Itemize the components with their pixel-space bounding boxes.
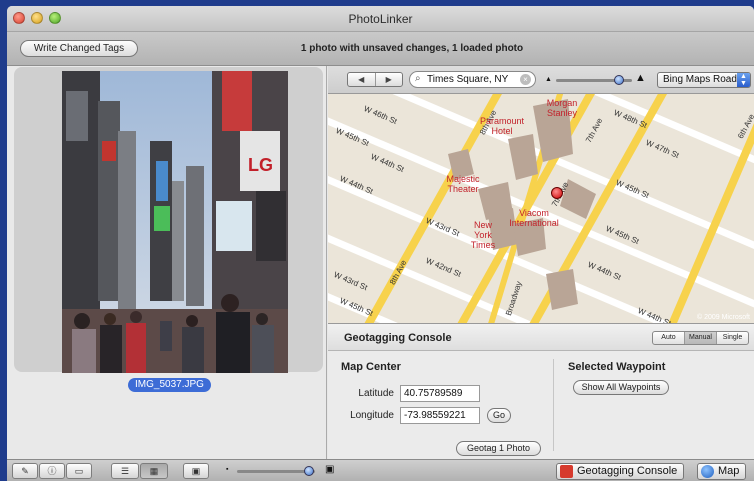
console-divider — [553, 359, 554, 451]
mode-single[interactable]: Single — [716, 332, 748, 344]
map-type-value: Bing Maps Road — [663, 74, 737, 85]
poi-label: Paramount Hotel — [479, 116, 525, 136]
go-button[interactable]: Go — [487, 408, 511, 423]
longitude-label: Longitude — [350, 410, 394, 421]
group-view-button[interactable]: ▣ — [183, 463, 209, 479]
magnifier-icon: ⌕ — [415, 73, 421, 84]
geotagging-console-header: Geotagging Console Auto Manual Single — [328, 323, 754, 351]
forward-button[interactable]: ▶ — [374, 73, 403, 86]
map-view[interactable]: W 46th St W 45th St W 44th St W 44th St … — [328, 94, 754, 323]
geotag-mode-control: Auto Manual Single — [652, 331, 749, 345]
status-text: 1 photo with unsaved changes, 1 loaded p… — [300, 43, 524, 54]
map-zoom-slider-knob[interactable] — [614, 75, 625, 85]
map-zoom-slider[interactable] — [556, 75, 632, 85]
console-title: Geotagging Console — [344, 332, 452, 344]
latitude-label: Latitude — [358, 388, 394, 399]
map-location-pin[interactable] — [551, 187, 563, 199]
thumbnail-large-icon: ▣ — [325, 464, 335, 475]
title-bar: PhotoLinker — [7, 6, 754, 32]
map-pane: ◀ ▶ ⌕ × ▲ ▲ Bing Maps Road ▲▼ — [328, 66, 754, 459]
list-icon: ☰ — [120, 466, 130, 476]
longitude-field[interactable] — [400, 407, 480, 424]
poi-label: New York Times — [470, 220, 496, 250]
panel-icon: ▭ — [74, 466, 84, 476]
zoom-out-icon: ▲ — [545, 76, 552, 83]
back-button[interactable]: ◀ — [348, 73, 375, 86]
pen-tool-button[interactable]: ✎ — [12, 463, 38, 479]
svg-text:LG: LG — [248, 155, 273, 175]
selected-waypoint-title: Selected Waypoint — [568, 361, 666, 373]
thumbnail-size-slider[interactable] — [237, 466, 315, 476]
poi-label: Morgan Stanley — [546, 98, 578, 118]
group-icon: ▣ — [191, 466, 201, 476]
thumbnail-size-slider-knob[interactable] — [303, 466, 314, 476]
map-center-title: Map Center — [341, 361, 401, 373]
geotagging-console-button[interactable]: Geotagging Console — [556, 463, 685, 480]
main-toolbar: Write Changed Tags 1 photo with unsaved … — [7, 32, 754, 66]
show-all-waypoints-button[interactable]: Show All Waypoints — [573, 380, 669, 395]
map-button[interactable]: Map — [697, 463, 747, 480]
latitude-field[interactable] — [400, 385, 480, 402]
geotag-photo-button[interactable]: Geotag 1 Photo — [456, 441, 541, 456]
thumbnail-small-icon: ▪ — [226, 466, 229, 473]
info-button[interactable]: ⓘ — [39, 463, 65, 479]
write-changed-tags-button[interactable]: Write Changed Tags — [20, 40, 138, 57]
poi-label: Majestic Theater — [446, 174, 480, 194]
globe-icon — [701, 465, 714, 478]
zoom-in-icon: ▲ — [635, 72, 646, 84]
grid-view-button[interactable]: ▦ — [140, 463, 168, 479]
grid-icon: ▦ — [149, 466, 159, 476]
map-toolbar: ◀ ▶ ⌕ × ▲ ▲ Bing Maps Road ▲▼ — [328, 66, 754, 94]
photo-browser-pane: LG IMG_5037.JPG — [7, 66, 327, 459]
photo-thumbnail[interactable]: LG — [62, 71, 288, 373]
panel-toggle-button[interactable]: ▭ — [66, 463, 92, 479]
select-arrows-icon: ▲ ▼ — [737, 73, 750, 87]
location-search-field[interactable]: ⌕ × — [409, 71, 536, 88]
window-title: PhotoLinker — [348, 12, 413, 26]
mode-manual[interactable]: Manual — [684, 332, 716, 344]
geotagging-console: Map Center Latitude Longitude Go Geotag … — [328, 351, 754, 459]
map-copyright: © 2009 Microsoft — [696, 314, 750, 321]
list-view-button[interactable]: ☰ — [111, 463, 139, 479]
bottom-toolbar: ✎ ⓘ ▭ ☰ ▦ ▣ ▪ ▣ Geotagging Console Map — [7, 459, 754, 481]
geotagging-console-button-label: Geotagging Console — [577, 465, 678, 477]
app-window: PhotoLinker Write Changed Tags 1 photo w… — [7, 6, 754, 481]
map-button-label: Map — [718, 465, 740, 477]
pen-icon: ✎ — [21, 466, 29, 476]
map-history-control: ◀ ▶ — [347, 72, 403, 87]
location-search-input[interactable] — [427, 73, 517, 86]
mode-auto[interactable]: Auto — [653, 332, 684, 344]
clear-search-icon[interactable]: × — [520, 74, 531, 85]
times-square-photo: LG — [62, 71, 288, 373]
photo-selection-frame[interactable]: LG — [14, 67, 323, 373]
geotag-pin-icon — [560, 465, 573, 478]
photo-filename-label[interactable]: IMG_5037.JPG — [128, 378, 211, 392]
poi-label: Viacom International — [509, 208, 559, 228]
map-type-select[interactable]: Bing Maps Road ▲ ▼ — [657, 72, 751, 88]
info-icon: ⓘ — [47, 466, 57, 476]
